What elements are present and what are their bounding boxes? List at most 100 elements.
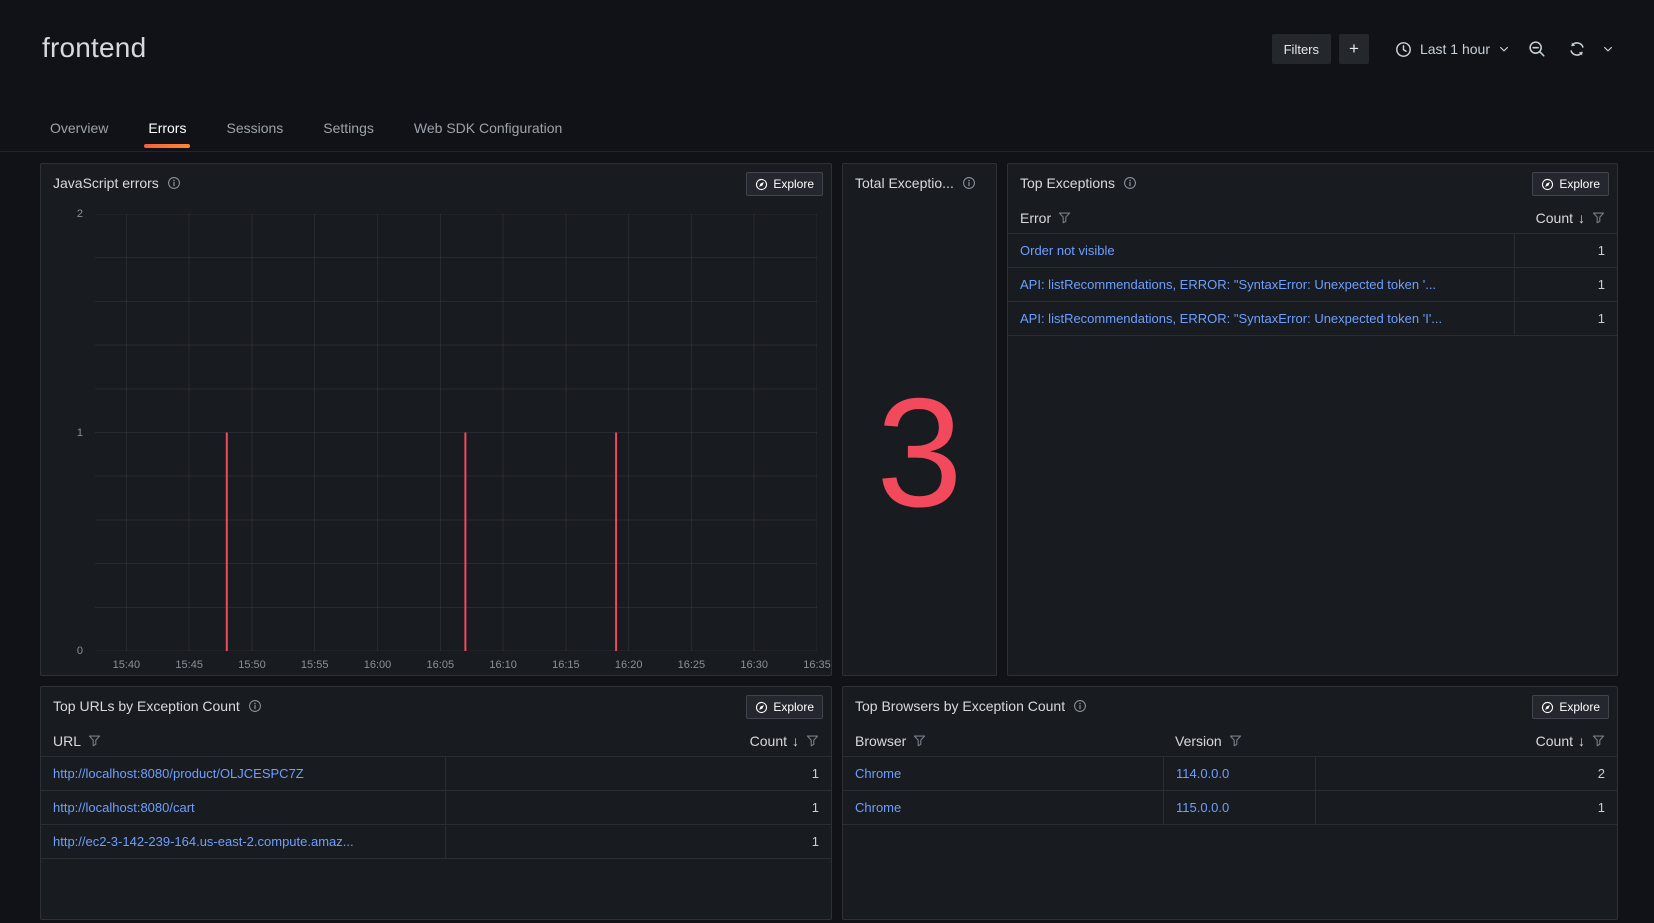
zoom-out-button[interactable] — [1524, 36, 1550, 62]
column-label: Count — [750, 733, 787, 749]
filter-icon[interactable] — [1058, 211, 1071, 224]
explore-button[interactable]: Explore — [1532, 172, 1609, 196]
refresh-interval-dropdown[interactable] — [1598, 39, 1618, 59]
filter-icon[interactable] — [1229, 734, 1242, 747]
explore-button[interactable]: Explore — [746, 695, 823, 719]
column-header-error[interactable]: Error — [1008, 210, 1514, 226]
tab-sessions[interactable]: Sessions — [222, 110, 287, 150]
explore-label: Explore — [1559, 700, 1600, 714]
top-urls-table: URL Count ↓ http://localhost:8080/produc… — [41, 725, 831, 859]
table-row: Order not visible 1 — [1008, 234, 1617, 268]
table-row: http://localhost:8080/cart 1 — [41, 791, 831, 825]
panel-top-browsers: Top Browsers by Exception Count Explore … — [842, 686, 1618, 920]
browser-link[interactable]: Chrome — [855, 766, 901, 781]
info-icon[interactable] — [962, 176, 976, 190]
tab-web-sdk-configuration[interactable]: Web SDK Configuration — [410, 110, 566, 150]
x-tick-label: 15:45 — [175, 659, 203, 671]
x-tick-label: 16:25 — [678, 659, 706, 671]
error-spike — [464, 433, 466, 652]
compass-icon — [755, 701, 768, 714]
explore-button[interactable]: Explore — [746, 172, 823, 196]
column-label: Count — [1536, 733, 1573, 749]
table-row: http://ec2-3-142-239-164.us-east-2.compu… — [41, 825, 831, 859]
panel-title: Top Browsers by Exception Count — [855, 698, 1065, 714]
column-header-browser[interactable]: Browser — [843, 733, 1163, 749]
top-exceptions-table: Error Count ↓ Order not visible 1 — [1008, 202, 1617, 336]
sort-desc-icon[interactable]: ↓ — [1578, 733, 1585, 749]
add-filter-button[interactable]: + — [1339, 34, 1369, 64]
panel-title: Total Exceptio... — [855, 175, 954, 191]
dashboard-tabs: Overview Errors Sessions Settings Web SD… — [0, 108, 1654, 152]
total-exceptions-value: 3 — [843, 200, 996, 675]
info-icon[interactable] — [167, 176, 181, 190]
error-link[interactable]: Order not visible — [1020, 243, 1115, 258]
panel-header: JavaScript errors Explore — [41, 164, 831, 200]
version-link[interactable]: 114.0.0.0 — [1176, 766, 1229, 781]
panel-top-exceptions: Top Exceptions Explore Error — [1007, 163, 1618, 676]
x-tick-label: 16:00 — [364, 659, 392, 671]
x-tick-label: 15:55 — [301, 659, 329, 671]
time-range-picker[interactable]: Last 1 hour — [1395, 34, 1510, 64]
tab-errors[interactable]: Errors — [144, 110, 190, 150]
table-row: Chrome 114.0.0.0 2 — [843, 757, 1617, 791]
x-tick-label: 16:10 — [489, 659, 517, 671]
panel-top-urls: Top URLs by Exception Count Explore URL — [40, 686, 832, 920]
explore-label: Explore — [773, 700, 814, 714]
panel-title: Top Exceptions — [1020, 175, 1115, 191]
x-tick-label: 16:35 — [803, 659, 831, 671]
page-title: frontend — [42, 32, 146, 64]
tab-settings[interactable]: Settings — [319, 110, 378, 150]
url-link[interactable]: http://localhost:8080/cart — [53, 800, 195, 815]
chart-plot[interactable] — [95, 214, 817, 651]
error-spike — [615, 433, 617, 652]
info-icon[interactable] — [248, 699, 262, 713]
column-header-version[interactable]: Version — [1163, 733, 1315, 749]
refresh-button[interactable] — [1564, 36, 1590, 62]
x-tick-label: 16:20 — [615, 659, 643, 671]
browser-link[interactable]: Chrome — [855, 800, 901, 815]
panel-title: Top URLs by Exception Count — [53, 698, 240, 714]
explore-label: Explore — [773, 177, 814, 191]
count-cell: 1 — [445, 791, 831, 824]
filter-icon[interactable] — [1592, 211, 1605, 224]
table-row: API: listRecommendations, ERROR: "Syntax… — [1008, 302, 1617, 336]
filter-icon[interactable] — [88, 734, 101, 747]
count-cell: 1 — [1315, 791, 1617, 824]
column-label: Browser — [855, 733, 906, 749]
x-tick-label: 16:15 — [552, 659, 580, 671]
y-axis: 012 — [41, 214, 89, 651]
info-icon[interactable] — [1123, 176, 1137, 190]
filter-icon[interactable] — [1592, 734, 1605, 747]
url-link[interactable]: http://ec2-3-142-239-164.us-east-2.compu… — [53, 834, 354, 849]
column-header-count[interactable]: Count ↓ — [1514, 210, 1617, 226]
sort-desc-icon[interactable]: ↓ — [1578, 210, 1585, 226]
column-header-count[interactable]: Count ↓ — [1315, 733, 1617, 749]
error-link[interactable]: API: listRecommendations, ERROR: "Syntax… — [1020, 311, 1442, 326]
x-tick-label: 15:50 — [238, 659, 266, 671]
filters-button[interactable]: Filters — [1272, 34, 1331, 64]
version-link[interactable]: 115.0.0.0 — [1176, 800, 1229, 815]
chevron-down-icon — [1498, 43, 1510, 55]
filter-icon[interactable] — [913, 734, 926, 747]
url-link[interactable]: http://localhost:8080/product/OLJCESPC7Z — [53, 766, 304, 781]
chevron-down-icon — [1602, 43, 1614, 55]
count-cell: 2 — [1315, 757, 1617, 790]
explore-label: Explore — [1559, 177, 1600, 191]
column-header-url[interactable]: URL — [41, 733, 445, 749]
sort-desc-icon[interactable]: ↓ — [792, 733, 799, 749]
table-header-row: URL Count ↓ — [41, 725, 831, 757]
count-cell: 1 — [1514, 302, 1617, 335]
panel-header: Total Exceptio... — [843, 164, 996, 200]
error-link[interactable]: API: listRecommendations, ERROR: "Syntax… — [1020, 277, 1436, 292]
x-tick-label: 16:30 — [740, 659, 768, 671]
column-header-count[interactable]: Count ↓ — [445, 733, 831, 749]
toolbar: Filters + Last 1 hour — [1272, 34, 1618, 64]
top-browsers-table: Browser Version Count ↓ — [843, 725, 1617, 825]
error-spike — [226, 433, 228, 652]
tab-overview[interactable]: Overview — [46, 110, 112, 150]
table-header-row: Error Count ↓ — [1008, 202, 1617, 234]
filter-icon[interactable] — [806, 734, 819, 747]
explore-button[interactable]: Explore — [1532, 695, 1609, 719]
info-icon[interactable] — [1073, 699, 1087, 713]
y-tick-label: 1 — [77, 427, 83, 439]
